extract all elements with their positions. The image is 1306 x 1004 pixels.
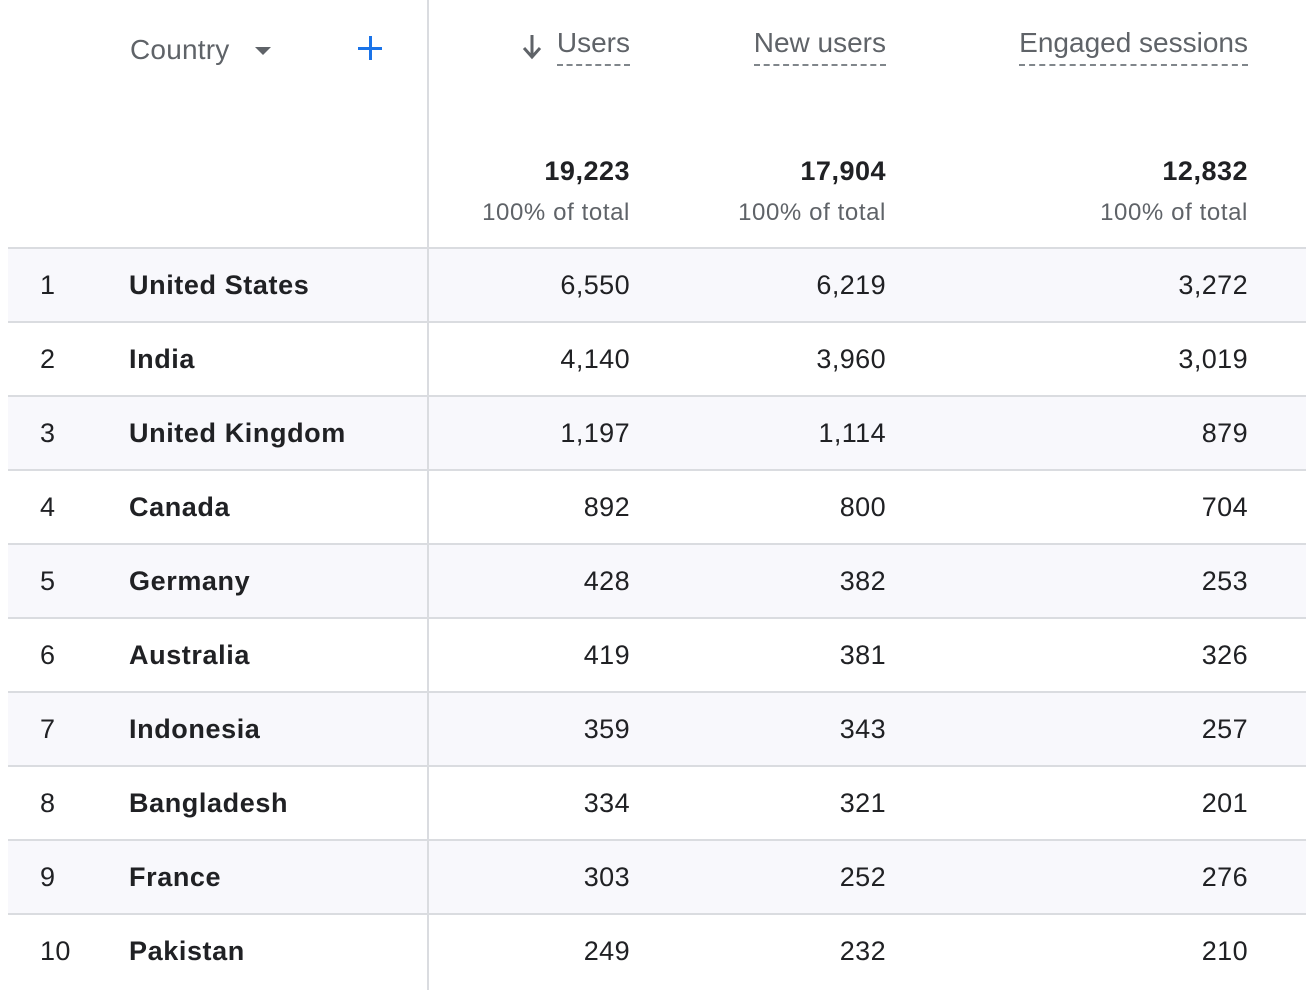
country-name: Australia [129, 640, 250, 670]
total-percent: 100% of total [482, 199, 630, 226]
total-value: 19,223 [544, 156, 630, 186]
new-users-value: 381 [839, 640, 886, 670]
row-index: 4 [40, 492, 56, 522]
country-name: Indonesia [129, 714, 261, 744]
new-users-value: 1,114 [818, 418, 886, 448]
metric-label-new-users: New users [753, 26, 886, 66]
country-name: Canada [129, 492, 231, 522]
new-users-value: 3,960 [816, 344, 886, 374]
country-name: United Kingdom [129, 418, 346, 448]
users-value: 334 [583, 788, 630, 818]
total-engaged-sessions: 12,832 100% of total [1100, 154, 1248, 228]
total-users: 19,223 100% of total [482, 154, 630, 228]
metric-label-engaged-sessions: Engaged sessions [1019, 26, 1248, 66]
table-row[interactable]: 4 Canada 892 800 704 [8, 471, 1306, 545]
total-value: 17,904 [800, 156, 886, 186]
table-row[interactable]: 1 United States 6,550 6,219 3,272 [8, 249, 1306, 323]
table-row[interactable]: 2 India 4,140 3,960 3,019 [8, 323, 1306, 397]
country-name: Pakistan [129, 936, 245, 966]
new-users-value: 252 [839, 862, 886, 892]
arrow-down-icon [522, 35, 541, 60]
country-name: India [129, 344, 196, 374]
row-index: 1 [40, 270, 56, 300]
users-value: 428 [583, 566, 630, 596]
row-index: 5 [40, 566, 56, 596]
row-index: 8 [40, 788, 56, 818]
users-value: 303 [583, 862, 630, 892]
metric-header-users[interactable]: Users [521, 26, 630, 70]
engaged-sessions-value: 704 [1201, 492, 1248, 522]
engaged-sessions-value: 3,272 [1178, 270, 1248, 300]
engaged-sessions-value: 879 [1201, 418, 1248, 448]
metric-header-engaged-sessions[interactable]: Engaged sessions [1019, 26, 1248, 70]
table-row[interactable]: 3 United Kingdom 1,197 1,114 879 [8, 397, 1306, 471]
country-name: United States [129, 270, 310, 300]
country-name: Bangladesh [129, 788, 289, 818]
engaged-sessions-value: 326 [1201, 640, 1248, 670]
users-value: 6,550 [560, 270, 630, 300]
row-index: 9 [40, 862, 56, 892]
users-value: 419 [583, 640, 630, 670]
engaged-sessions-value: 210 [1201, 936, 1248, 966]
country-name: France [129, 862, 222, 892]
engaged-sessions-value: 257 [1201, 714, 1248, 744]
table-row[interactable]: 8 Bangladesh 334 321 201 [8, 767, 1306, 841]
table-row[interactable]: 6 Australia 419 381 326 [8, 619, 1306, 693]
new-users-value: 232 [839, 936, 886, 966]
users-value: 1,197 [560, 418, 630, 448]
country-name: Germany [129, 566, 251, 596]
row-index: 10 [40, 936, 71, 966]
total-percent: 100% of total [738, 199, 886, 226]
users-value: 4,140 [560, 344, 630, 374]
users-value: 249 [583, 936, 630, 966]
metric-label-users: Users [556, 26, 630, 66]
metric-header-new-users[interactable]: New users [753, 26, 886, 70]
row-index: 7 [40, 714, 56, 744]
new-users-value: 321 [839, 788, 886, 818]
new-users-value: 6,219 [816, 270, 886, 300]
caret-down-icon [255, 47, 272, 55]
report-table: Country Users New users Engaged sessions… [8, 0, 1306, 990]
engaged-sessions-value: 253 [1201, 566, 1248, 596]
row-index: 2 [40, 344, 56, 374]
table-header: Country Users New users Engaged sessions… [8, 0, 1306, 249]
total-percent: 100% of total [1100, 199, 1248, 226]
users-value: 892 [583, 492, 630, 522]
table-row[interactable]: 10 Pakistan 249 232 210 [8, 915, 1306, 989]
row-index: 6 [40, 640, 56, 670]
users-value: 359 [583, 714, 630, 744]
dimension-label: Country [130, 34, 230, 65]
table-row[interactable]: 5 Germany 428 382 253 [8, 545, 1306, 619]
new-users-value: 343 [839, 714, 886, 744]
add-dimension-button[interactable] [354, 30, 386, 66]
new-users-value: 382 [839, 566, 886, 596]
table-row[interactable]: 7 Indonesia 359 343 257 [8, 693, 1306, 767]
dimension-selector[interactable]: Country [130, 30, 272, 70]
row-index: 3 [40, 418, 56, 448]
engaged-sessions-value: 3,019 [1178, 344, 1248, 374]
column-divider [427, 0, 429, 990]
engaged-sessions-value: 201 [1201, 788, 1248, 818]
table-row[interactable]: 9 France 303 252 276 [8, 841, 1306, 915]
new-users-value: 800 [839, 492, 886, 522]
total-new-users: 17,904 100% of total [738, 154, 886, 228]
total-value: 12,832 [1162, 156, 1248, 186]
engaged-sessions-value: 276 [1201, 862, 1248, 892]
